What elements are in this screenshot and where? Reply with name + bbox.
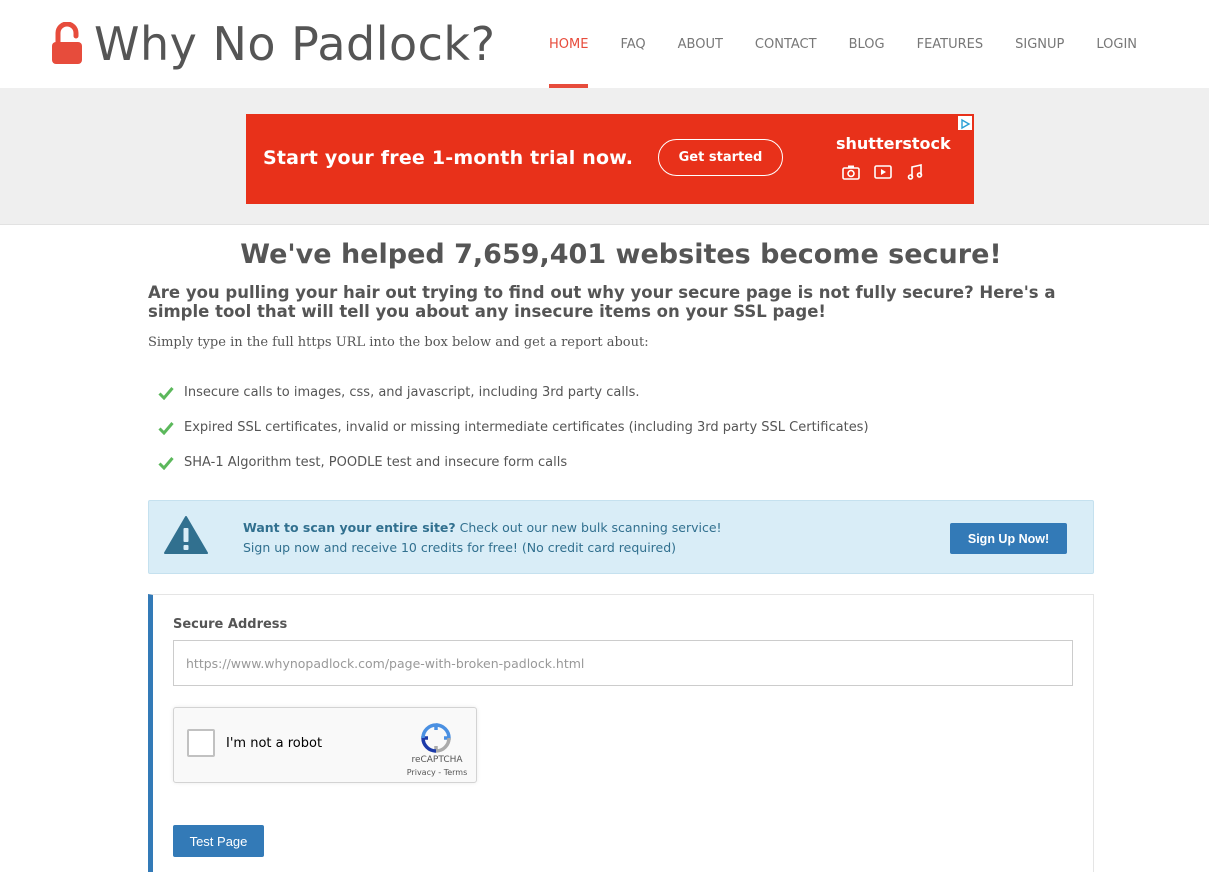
list-item: SHA-1 Algorithm test, POODLE test and in… [158,445,869,480]
scan-form-panel: Secure Address I'm not a robot reCAPTCHA… [148,594,1094,872]
warning-icon [164,516,208,554]
nav-login[interactable]: LOGIN [1080,0,1153,88]
alert-inline-text: Check out our new bulk scanning service! [455,520,722,535]
recaptcha-privacy-terms[interactable]: Privacy - Terms [402,768,472,777]
nav-about[interactable]: ABOUT [662,0,739,88]
recaptcha-label: I'm not a robot [226,736,323,751]
recaptcha-brand: reCAPTCHA [411,755,463,765]
intro-text: Simply type in the full https URL into t… [148,335,649,350]
bulk-scan-alert: Want to scan your entire site? Check out… [148,500,1094,574]
alert-text: Want to scan your entire site? Check out… [243,518,722,558]
ad-banner[interactable]: Start your free 1-month trial now. Get s… [246,114,974,204]
ad-headline: Start your free 1-month trial now. [263,147,634,169]
feature-text: SHA-1 Algorithm test, POODLE test and in… [184,455,568,470]
alert-bold-text: Want to scan your entire site? [243,520,456,535]
alert-line2: Sign up now and receive 10 credits for f… [243,540,677,555]
secure-address-input[interactable] [173,640,1073,686]
main-nav: HOME FAQ ABOUT CONTACT BLOG FEATURES SIGNUP LOG… [533,0,1153,88]
sign-up-now-button[interactable]: Sign Up Now! [950,523,1067,554]
feature-text: Expired SSL certificates, invalid or mis… [184,420,869,435]
ad-choices-icon[interactable] [958,116,972,130]
check-icon [158,386,174,400]
nav-signup[interactable]: SIGNUP [999,0,1080,88]
feature-text: Insecure calls to images, css, and javas… [184,385,640,400]
site-logo[interactable]: Why No Padlock? [50,14,496,74]
nav-home[interactable]: HOME [533,0,604,88]
nav-blog[interactable]: BLOG [833,0,901,88]
check-icon [158,421,174,435]
list-item: Expired SSL certificates, invalid or mis… [158,410,869,445]
ad-icons [841,162,925,182]
nav-contact[interactable]: CONTACT [739,0,833,88]
camera-icon [842,165,860,180]
check-icon [158,456,174,470]
play-icon [874,165,892,179]
site-header: Why No Padlock? HOME FAQ ABOUT CONTACT BLOG F… [0,0,1209,88]
nav-features[interactable]: FEATURES [901,0,1000,88]
ad-get-started-button[interactable]: Get started [658,139,783,176]
page-headline: We've helped 7,659,401 websites become s… [240,239,1002,270]
feature-list: Insecure calls to images, css, and javas… [158,375,869,480]
recaptcha-logo-icon [421,723,451,753]
ad-brand-logo: shutterstock [836,134,951,153]
test-page-button[interactable]: Test Page [173,825,264,857]
secure-address-label: Secure Address [173,617,288,632]
recaptcha-checkbox[interactable] [187,729,215,757]
unlocked-padlock-icon [52,22,82,64]
recaptcha-widget: I'm not a robot reCAPTCHA Privacy - Term… [173,707,477,783]
list-item: Insecure calls to images, css, and javas… [158,375,869,410]
logo-text: Why No Padlock? [94,17,496,71]
page-subheadline: Are you pulling your hair out trying to … [148,283,1056,321]
nav-faq[interactable]: FAQ [604,0,661,88]
music-icon [907,164,923,180]
ad-band: Start your free 1-month trial now. Get s… [0,88,1209,225]
